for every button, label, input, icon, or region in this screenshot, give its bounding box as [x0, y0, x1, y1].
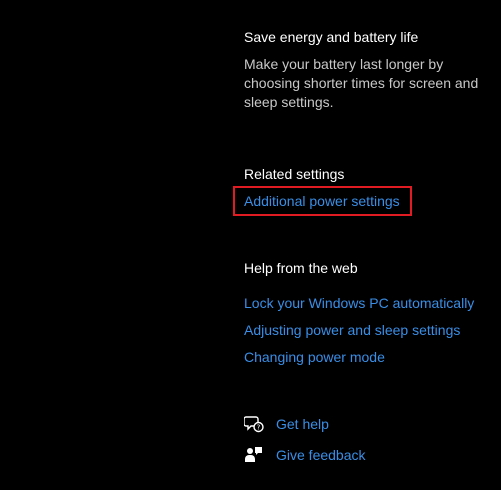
- adjusting-power-sleep-link[interactable]: Adjusting power and sleep settings: [244, 322, 460, 338]
- give-feedback-label: Give feedback: [276, 447, 366, 463]
- related-settings-title: Related settings: [244, 166, 345, 182]
- get-help-icon: ?: [243, 414, 264, 434]
- power-saving-description: Make your battery last longer by choosin…: [244, 56, 479, 110]
- give-feedback-row[interactable]: Give feedback: [244, 445, 366, 465]
- power-saving-title: Save energy and battery life: [244, 29, 419, 45]
- help-from-web-title: Help from the web: [244, 260, 358, 276]
- svg-text:?: ?: [257, 424, 261, 432]
- additional-power-settings-link[interactable]: Additional power settings: [244, 193, 400, 209]
- changing-power-mode-link[interactable]: Changing power mode: [244, 349, 385, 365]
- get-help-label: Get help: [276, 416, 329, 432]
- feedback-icon: [244, 445, 264, 465]
- lock-windows-pc-link[interactable]: Lock your Windows PC automatically: [244, 295, 474, 311]
- get-help-row[interactable]: ? Get help: [243, 414, 329, 434]
